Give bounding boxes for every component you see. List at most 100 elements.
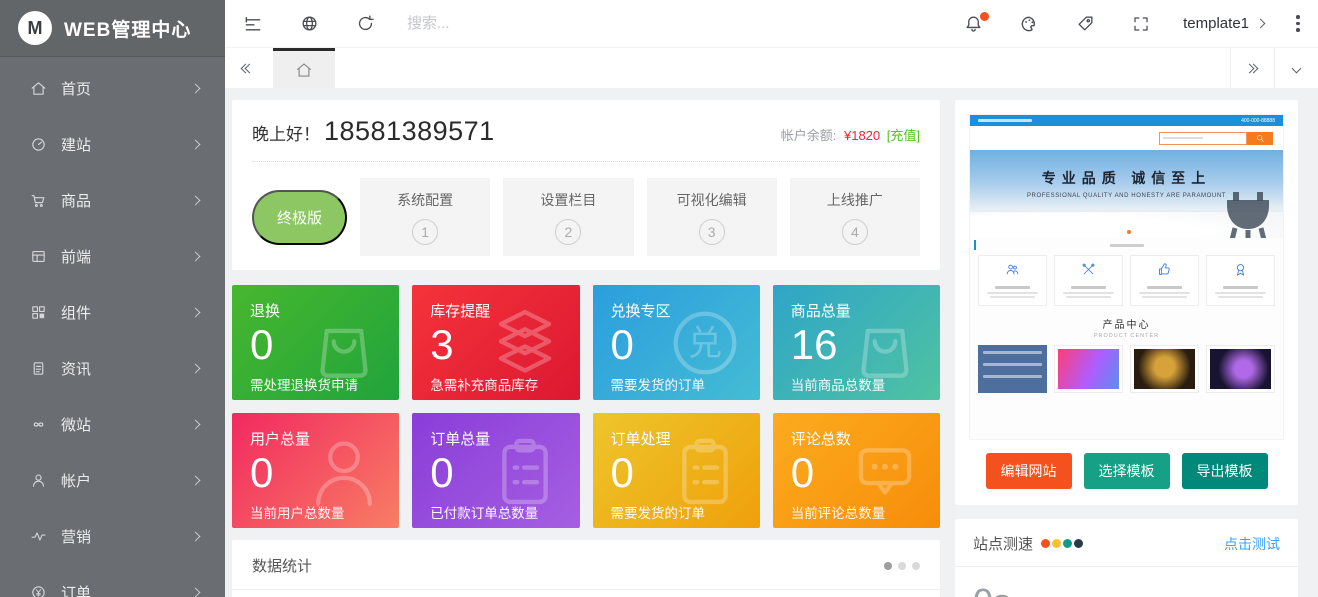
recharge-link[interactable]: [充值] [887, 128, 920, 143]
chevron-right-icon [191, 587, 201, 597]
home-icon [295, 61, 313, 79]
tab-home[interactable] [273, 48, 335, 88]
sidebar-item-news[interactable]: 资讯 [0, 340, 225, 396]
topbar-actions: template1 [945, 0, 1318, 48]
sidebar-item-site-builder[interactable]: 建站 [0, 116, 225, 172]
tabs-scroll-right-button[interactable] [1230, 48, 1274, 88]
sidebar-item-frontend[interactable]: 前端 [0, 228, 225, 284]
user-icon [30, 472, 47, 489]
account-number: 18581389571 [324, 116, 495, 147]
version-badge-button[interactable]: 终极版 [252, 190, 347, 245]
template-switcher[interactable]: template1 [1169, 15, 1278, 32]
stat-card-returns[interactable]: 退换 0 需处理退换货申请 [232, 285, 399, 400]
fullscreen-button[interactable] [1113, 0, 1169, 48]
speed-test-card: 站点测速 点击测试 0s 下载用时(秒) [955, 519, 1298, 597]
banner-carousel-dot [1127, 230, 1131, 234]
tabs-scroll-left-button[interactable] [225, 48, 273, 88]
preview-search-input [1159, 132, 1247, 145]
step-setup-columns[interactable]: 设置栏目 2 [503, 178, 633, 256]
edit-site-button[interactable]: 编辑网站 [986, 453, 1072, 489]
exchange-icon: 兑 [662, 300, 748, 386]
dot [1063, 539, 1072, 548]
choose-template-button[interactable]: 选择模板 [1084, 453, 1170, 489]
sidebar-item-microsite[interactable]: 微站 [0, 396, 225, 452]
chevron-right-icon [1256, 19, 1266, 29]
site-preview-thumbnail[interactable]: 400-000-88888 专业品质 诚信至上 PROFESSIONAL QUA… [969, 114, 1284, 440]
template-card: 400-000-88888 专业品质 诚信至上 PROFESSIONAL QUA… [955, 100, 1298, 505]
team-icon [1005, 262, 1020, 277]
cart-icon [30, 192, 47, 209]
step-go-live[interactable]: 上线推广 4 [790, 178, 920, 256]
stat-card-products-total[interactable]: 商品总量 16 当前商品总数量 [773, 285, 940, 400]
stat-card-orders-total[interactable]: 订单总量 0 已付款订单总数量 [412, 413, 579, 528]
preview-section-label [970, 238, 1283, 253]
stats-grid: 退换 0 需处理退换货申请 库存提醒 3 急需补充商品库存 兑换专区 0 需要发… [232, 285, 940, 528]
tabs-menu-button[interactable] [1274, 48, 1318, 88]
data-stats-title: 数据统计 [252, 555, 312, 576]
logo[interactable]: M WEB管理中心 [0, 0, 225, 57]
comment-icon [842, 428, 928, 514]
tags-button[interactable] [1057, 0, 1113, 48]
refresh-button[interactable] [337, 0, 393, 48]
welcome-card: 晚上好！ 18581389571 帐户余额: ¥1820 [充值] 终极版 系统… [232, 100, 940, 270]
chevron-right-icon [191, 531, 201, 541]
clipboard-icon [662, 428, 748, 514]
bag-icon [301, 300, 387, 386]
balance-label: 帐户余额: [781, 128, 837, 143]
dot[interactable] [898, 562, 906, 570]
chevron-right-icon [191, 195, 201, 205]
notifications-button[interactable] [945, 0, 1001, 48]
sidebar-menu: 首页 建站 商品 前端 组件 [0, 57, 225, 597]
stat-card-stock-alert[interactable]: 库存提醒 3 急需补充商品库存 [412, 285, 579, 400]
refresh-icon [356, 14, 375, 33]
preview-products-row [970, 339, 1283, 393]
sidebar-item-account[interactable]: 帐户 [0, 452, 225, 508]
preview-topbar: 400-000-88888 [970, 115, 1283, 126]
logo-mark: M [18, 11, 52, 45]
fullscreen-icon [1132, 15, 1150, 33]
sidebar-item-products[interactable]: 商品 [0, 172, 225, 228]
app-root: M WEB管理中心 首页 建站 商品 前端 [0, 0, 1318, 597]
medal-icon [1233, 262, 1248, 277]
product-thumbnail [1206, 345, 1275, 393]
export-template-button[interactable]: 导出模板 [1182, 453, 1268, 489]
step-number: 1 [412, 219, 438, 245]
step-visual-edit[interactable]: 可视化编辑 3 [647, 178, 777, 256]
product-thumbnail [1130, 345, 1199, 393]
balance: 帐户余额: ¥1820 [充值] [781, 125, 920, 144]
sidebar-item-components[interactable]: 组件 [0, 284, 225, 340]
stat-card-users-total[interactable]: 用户总量 0 当前用户总数量 [232, 413, 399, 528]
dot [1052, 539, 1061, 548]
bag-icon [842, 300, 928, 386]
chevron-right-icon [191, 307, 201, 317]
preview-search-row [970, 126, 1283, 150]
theme-button[interactable] [1001, 0, 1057, 48]
dot[interactable] [884, 562, 892, 570]
sidebar-item-marketing[interactable]: 营销 [0, 508, 225, 564]
language-button[interactable] [281, 0, 337, 48]
sidebar-item-orders[interactable]: 订单 [0, 564, 225, 597]
chevron-right-icon [191, 419, 201, 429]
stat-card-order-processing[interactable]: 订单处理 0 需要发货的订单 [593, 413, 760, 528]
template-name: template1 [1183, 15, 1249, 32]
more-menu-button[interactable] [1278, 0, 1318, 48]
speed-legend-dots [1041, 539, 1083, 548]
search-input[interactable] [407, 15, 707, 32]
carousel-dots [884, 562, 920, 570]
step-system-config[interactable]: 系统配置 1 [360, 178, 490, 256]
run-speed-test-link[interactable]: 点击测试 [1224, 534, 1280, 554]
preview-welcome-text [978, 119, 1032, 122]
collapse-sidebar-button[interactable] [225, 0, 281, 48]
sidebar-item-home[interactable]: 首页 [0, 60, 225, 116]
preview-search-button [1247, 132, 1273, 145]
preview-hero-banner: 专业品质 诚信至上 PROFESSIONAL QUALITY AND HONES… [970, 150, 1283, 238]
product-thumbnail [1054, 345, 1123, 393]
yen-circle-icon [30, 584, 47, 597]
pulse-icon [30, 528, 47, 545]
dot[interactable] [912, 562, 920, 570]
stat-card-comments-total[interactable]: 评论总数 0 当前评论总数量 [773, 413, 940, 528]
greeting-text: 晚上好！ [252, 120, 320, 145]
stat-card-exchange-zone[interactable]: 兑换专区 0 需要发货的订单 兑 [593, 285, 760, 400]
global-search[interactable] [407, 15, 945, 33]
app-title: WEB管理中心 [64, 15, 191, 42]
